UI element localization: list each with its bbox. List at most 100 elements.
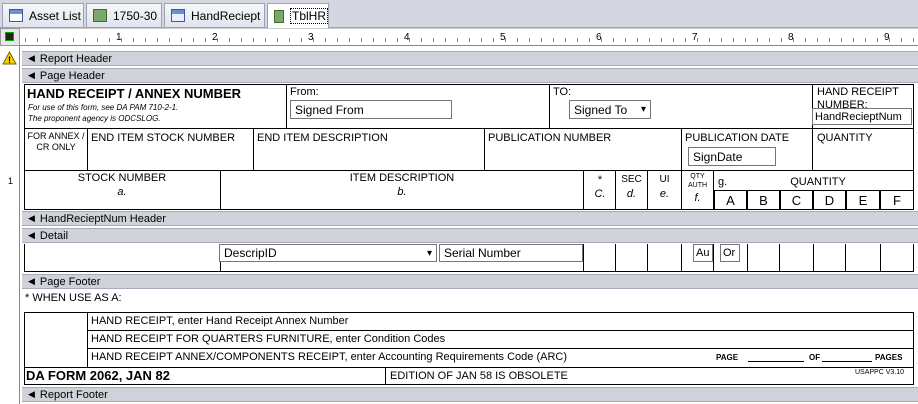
vertical-ruler: ! 1 (0, 46, 20, 404)
auth-field[interactable]: Au (693, 244, 713, 262)
of-label: OF (809, 353, 821, 362)
sec-label: SEC (621, 174, 642, 185)
page-blank (748, 361, 804, 362)
qty-col-d: D (813, 190, 846, 210)
report-footer-band[interactable]: ◀ Report Footer (22, 387, 918, 402)
detail-col-d (813, 244, 846, 272)
qty-col-f: F (880, 190, 914, 210)
pages-blank (822, 361, 872, 362)
edition-note: EDITION OF JAN 58 IS OBSOLETE (390, 370, 568, 382)
quantity-col-label: QUANTITY (790, 176, 846, 188)
divider (385, 367, 386, 385)
hand-reciept-num-field[interactable]: HandRecieptNum (812, 108, 912, 125)
svg-text:!: ! (8, 55, 11, 65)
detail-col-f (880, 244, 914, 272)
section-label: Report Footer (39, 388, 108, 401)
section-label: Detail (39, 229, 69, 242)
section-label: Page Footer (39, 275, 101, 288)
qty-col-a: A (714, 190, 747, 210)
form-icon (9, 9, 23, 22)
usappc-version: USAPPC V3.10 (855, 369, 905, 376)
vertical-ruler-number: 1 (8, 176, 14, 186)
ruler-number: 9 (884, 32, 890, 43)
form-name: DA FORM 2062, JAN 82 (26, 368, 171, 383)
signed-to-value: Signed To (574, 102, 628, 117)
ruler-number: 3 (308, 32, 314, 43)
ruler-number: 4 (404, 32, 410, 43)
to-label: TO: (553, 86, 572, 98)
section-label: HandRecieptNum Header (39, 212, 166, 225)
page-footer-section: * WHEN USE AS A: HAND RECEIPT, enter Han… (22, 290, 918, 386)
divider (87, 348, 914, 349)
detail-section: DescripID Serial Number Au Or (22, 244, 918, 273)
section-arrow-icon: ◀ (28, 70, 35, 80)
descrip-id-combobox[interactable]: DescripID (219, 244, 437, 262)
descrip-id-value: DescripID (224, 246, 277, 260)
detail-col-b (747, 244, 780, 272)
stock-number-label: STOCK NUMBER (77, 172, 167, 184)
tab-asset-list[interactable]: Asset List (2, 3, 84, 27)
ui-label: UI (659, 174, 670, 185)
page-header-section: HAND RECEIPT / ANNEX NUMBER For use of t… (22, 84, 918, 211)
table-icon (93, 9, 107, 22)
instruction-line-2: HAND RECEIPT FOR QUARTERS FURNITURE, ent… (91, 333, 446, 345)
instruction-line-3: HAND RECEIPT ANNEX/COMPONENTS RECEIPT, e… (91, 351, 568, 363)
ruler-number: 7 (692, 32, 698, 43)
tab-tblhr[interactable]: TblHR (267, 3, 329, 28)
pub-date-label: PUBLICATION DATE (685, 132, 790, 144)
ruler-number: 5 (500, 32, 506, 43)
agency-note: The proponent agency is ODCSLOG. (28, 114, 161, 123)
tab-label: 1750-30 (113, 8, 158, 23)
ruler-number: 1 (116, 32, 122, 43)
warning-icon[interactable]: ! (2, 50, 17, 66)
qty-col-c: C (780, 190, 813, 210)
ruler-corner-selector[interactable] (0, 28, 20, 46)
item-letter: b. (397, 186, 407, 198)
detail-sec-cell (615, 244, 648, 272)
item-desc-label: ITEM DESCRIPTION (349, 172, 455, 184)
end-item-desc-label: END ITEM DESCRIPTION (257, 132, 388, 144)
document-tab-bar: Asset List 1750-30 HandReciept TblHR (0, 0, 918, 28)
qty-col-e: E (846, 190, 880, 210)
c-letter: C. (594, 188, 606, 200)
tab-label: HandReciept (191, 8, 261, 23)
ordered-field[interactable]: Or (720, 244, 740, 262)
tab-label: Asset List (29, 8, 82, 23)
e-letter: e. (659, 188, 670, 200)
section-arrow-icon: ◀ (28, 276, 35, 286)
when-use-label: * WHEN USE AS A: (25, 292, 122, 304)
instruction-line-1: HAND RECEIPT, enter Hand Receipt Annex N… (91, 315, 349, 327)
page-footer-band[interactable]: ◀ Page Footer (22, 274, 918, 289)
quantity-label: QUANTITY (817, 132, 873, 144)
divider (87, 330, 914, 331)
tab-1750-30[interactable]: 1750-30 (86, 3, 162, 27)
section-arrow-icon: ◀ (28, 230, 35, 240)
group-header-band[interactable]: ◀ HandRecieptNum Header (22, 211, 918, 226)
form-title: HAND RECEIPT / ANNEX NUMBER (27, 86, 242, 101)
table-icon (274, 9, 284, 23)
page-header-band[interactable]: ◀ Page Header (22, 68, 918, 83)
pub-number-label: PUBLICATION NUMBER (488, 132, 612, 144)
section-arrow-icon: ◀ (28, 389, 35, 399)
section-label: Report Header (39, 52, 113, 65)
stock-letter: a. (117, 186, 127, 198)
page-label: PAGE (716, 353, 739, 362)
tab-handreciept[interactable]: HandReciept (164, 3, 265, 27)
ruler-number: 6 (596, 32, 602, 43)
signed-to-combobox[interactable]: Signed To (569, 100, 651, 119)
report-header-band[interactable]: ◀ Report Header (22, 51, 918, 66)
from-label: From: (290, 86, 319, 98)
ruler-number: 2 (212, 32, 218, 43)
signed-from-field[interactable]: Signed From (290, 100, 452, 119)
tab-label: TblHR (289, 8, 328, 24)
ruler-number: 8 (788, 32, 794, 43)
qty-col-b: B (747, 190, 780, 210)
use-note: For use of this form, see DA PAM 710-2-1… (28, 103, 179, 112)
detail-band[interactable]: ◀ Detail (22, 228, 918, 243)
section-arrow-icon: ◀ (28, 53, 35, 63)
report-icon (171, 9, 185, 22)
end-item-stock-label: END ITEM STOCK NUMBER (91, 132, 236, 144)
serial-number-field[interactable]: Serial Number (439, 244, 583, 262)
horizontal-ruler: 1 2 3 4 5 6 7 8 9 (20, 28, 918, 46)
sign-date-field[interactable]: SignDate (688, 147, 776, 166)
